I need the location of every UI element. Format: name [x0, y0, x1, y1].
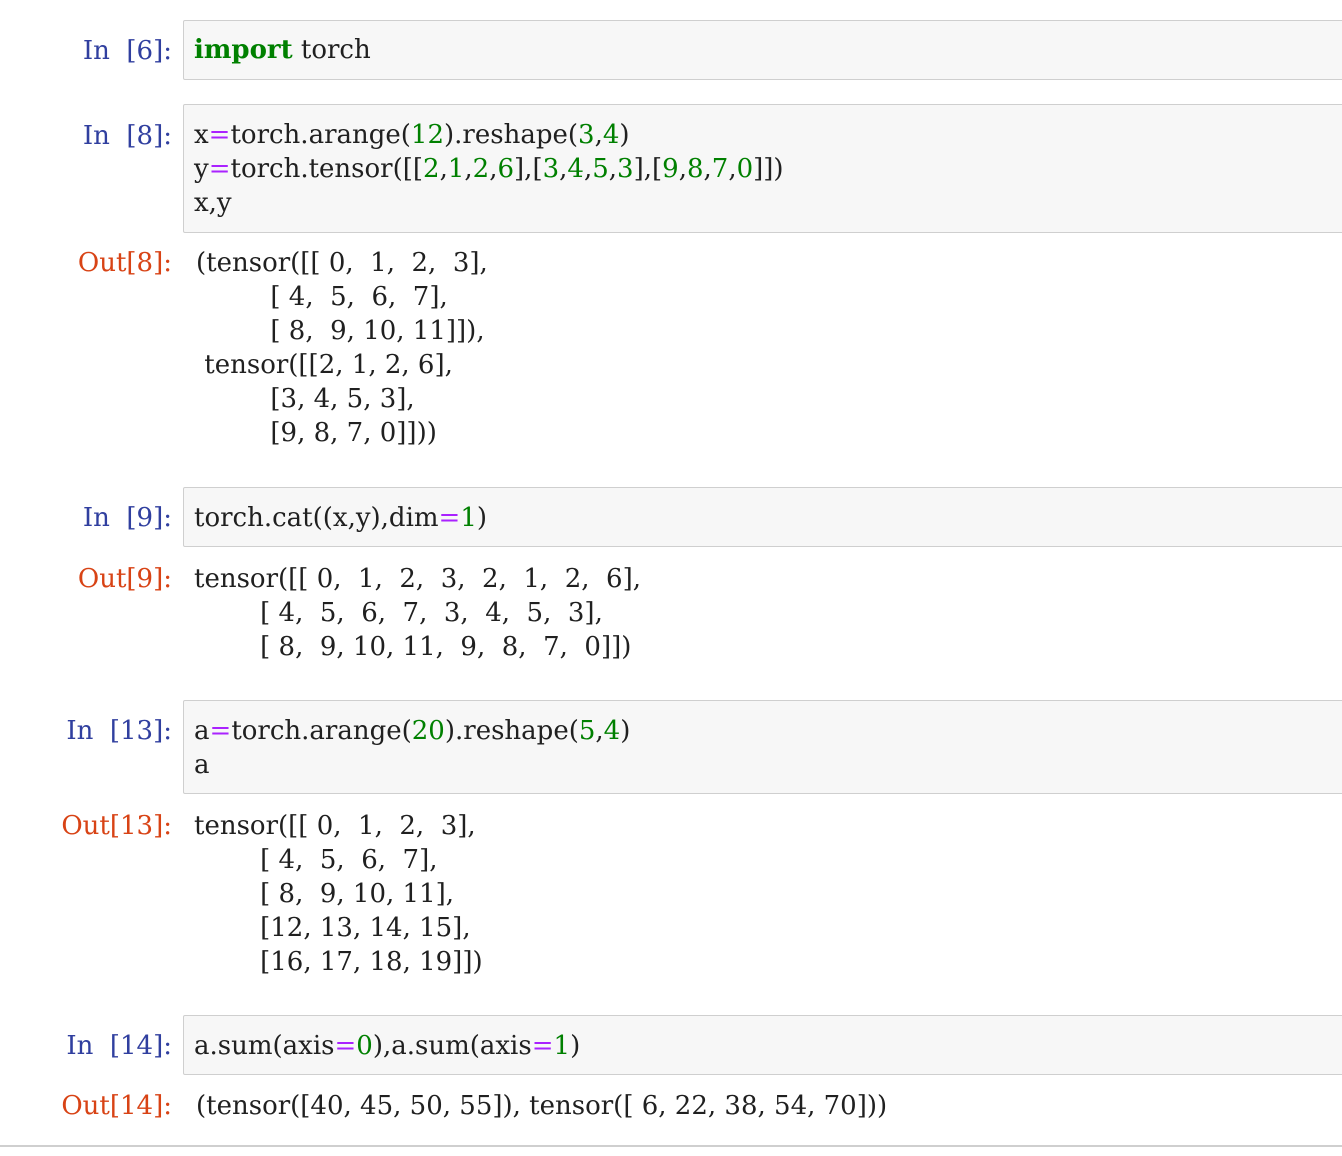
code-number: 3 — [542, 154, 560, 184]
code-input-6[interactable]: import torch — [183, 20, 1342, 80]
code-text: torch.cat((x,y),dim — [194, 503, 439, 533]
code-number: 6 — [497, 154, 515, 184]
code-text: , — [595, 716, 604, 746]
code-editor[interactable]: import torch — [194, 33, 371, 67]
code-text: ) — [476, 503, 488, 533]
code-text: ).reshape( — [444, 120, 579, 150]
code-number: 1 — [553, 1031, 571, 1061]
code-number: 0 — [356, 1031, 373, 1061]
code-input-13[interactable]: a=torch.arange(20).reshape(5,4) a — [183, 700, 1342, 794]
code-text: , — [608, 154, 618, 184]
code-text: torch.arange( — [231, 716, 412, 746]
in-prompt-14: In [14]: — [66, 1031, 172, 1061]
code-number: 1 — [460, 503, 477, 533]
code-operator: = — [208, 154, 231, 184]
output-13: tensor([[ 0, 1, 2, 3], [ 4, 5, 6, 7], [ … — [194, 811, 483, 977]
code-number: 9 — [662, 154, 679, 184]
code-number: 3 — [578, 120, 595, 150]
code-number: 5 — [592, 154, 609, 184]
code-keyword: import — [194, 35, 293, 65]
code-operator: = — [208, 120, 231, 150]
code-text: , — [678, 154, 687, 184]
code-operator: = — [438, 503, 461, 533]
code-number: 2 — [423, 154, 440, 184]
output-8: (tensor([[ 0, 1, 2, 3], [ 4, 5, 6, 7], [… — [196, 248, 488, 448]
code-text: , — [728, 154, 737, 184]
in-prompt-6: In [6]: — [82, 36, 172, 66]
code-text: torch — [292, 35, 371, 65]
code-number: 7 — [711, 154, 729, 184]
code-operator: = — [209, 716, 232, 746]
code-number: 20 — [411, 716, 445, 746]
code-text: , — [703, 154, 712, 184]
code-text: a — [194, 716, 210, 746]
code-text: a — [194, 750, 210, 780]
code-editor[interactable]: a.sum(axis=0),a.sum(axis=1) — [194, 1029, 580, 1063]
code-number: 3 — [617, 154, 634, 184]
code-text: ],[ — [514, 154, 543, 184]
code-text: a.sum(axis — [194, 1031, 335, 1061]
code-text: y — [194, 154, 209, 184]
code-number: 0 — [736, 154, 754, 184]
code-text: x,y — [194, 188, 232, 218]
out-prompt-13: Out[13]: — [61, 811, 172, 841]
code-text: ) — [570, 1031, 581, 1061]
out-prompt-9: Out[9]: — [77, 564, 172, 594]
code-number: 4 — [567, 154, 584, 184]
code-text: , — [583, 154, 593, 184]
output-9: tensor([[ 0, 1, 2, 3, 2, 1, 2, 6], [ 4, … — [194, 564, 642, 662]
code-input-8[interactable]: x=torch.arange(12).reshape(3,4) y=torch.… — [183, 104, 1342, 233]
code-text: x — [194, 120, 209, 150]
code-text: , — [439, 154, 448, 184]
code-text: ],[ — [633, 154, 663, 184]
output-14: (tensor([40, 45, 50, 55]), tensor([ 6, 2… — [196, 1091, 888, 1121]
code-text: torch.arange( — [230, 120, 411, 150]
code-number: 2 — [472, 154, 490, 184]
code-number: 12 — [410, 120, 445, 150]
in-prompt-9: In [9]: — [82, 503, 172, 533]
code-number: 1 — [447, 154, 465, 184]
in-prompt-8: In [8]: — [82, 121, 172, 151]
code-text: torch.tensor([[ — [230, 154, 424, 184]
code-input-9[interactable]: torch.cat((x,y),dim=1) — [183, 487, 1342, 547]
out-prompt-8: Out[8]: — [77, 248, 172, 278]
in-prompt-13: In [13]: — [66, 716, 172, 746]
code-operator: = — [531, 1031, 554, 1061]
code-editor[interactable]: x=torch.arange(12).reshape(3,4) y=torch.… — [194, 118, 784, 220]
code-text: ) — [619, 120, 630, 150]
code-editor[interactable]: torch.cat((x,y),dim=1) — [194, 501, 487, 535]
code-number: 4 — [602, 120, 620, 150]
code-text: ]]) — [753, 154, 784, 184]
code-editor[interactable]: a=torch.arange(20).reshape(5,4) a — [194, 714, 630, 782]
code-text: ).reshape( — [444, 716, 579, 746]
code-text: , — [464, 154, 473, 184]
code-text: , — [594, 120, 603, 150]
out-prompt-14: Out[14]: — [61, 1091, 172, 1121]
code-operator: = — [334, 1031, 357, 1061]
code-number: 8 — [686, 154, 704, 184]
code-number: 4 — [603, 716, 621, 746]
code-text: ),a.sum(axis — [372, 1031, 532, 1061]
code-input-14[interactable]: a.sum(axis=0),a.sum(axis=1) — [183, 1015, 1342, 1075]
code-number: 5 — [578, 716, 596, 746]
notebook-bottom-divider — [0, 1145, 1342, 1147]
code-text: ) — [620, 716, 631, 746]
